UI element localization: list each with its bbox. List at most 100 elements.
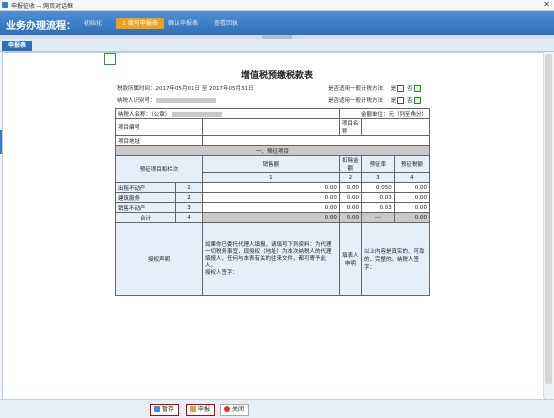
row-name: 销售不动产 [115, 202, 176, 213]
close-icon[interactable]: ✕ [543, 0, 550, 9]
tab-bar: 申报表 [0, 39, 554, 52]
filler-declaration-label: 填表人申明 [338, 222, 362, 296]
row-name: 出租不动产 [115, 182, 176, 193]
tax-period: 税款所属时间：2017年05月01日 至 2017年05月31日 [117, 86, 254, 92]
save-label: 暂存 [162, 406, 175, 413]
step-confirm-form[interactable]: 确认申报表 [162, 18, 204, 29]
form-title: 增值税预缴税款表 [240, 71, 313, 81]
yes-checkbox[interactable] [397, 85, 405, 92]
col-num: 1 [202, 172, 340, 183]
project-addr-label: 项目地址 [115, 135, 203, 146]
taxpayer-id-value [155, 98, 216, 103]
tax-value: 0.00 [393, 202, 431, 213]
save-button[interactable]: 暂存 [150, 404, 180, 416]
step-number: 1 [122, 20, 126, 27]
no-label: 否 [407, 86, 413, 92]
window-title: 申报征收 -- 网页对话框 [11, 3, 74, 10]
scrollbar[interactable] [543, 52, 553, 398]
yes-label: 是 [390, 86, 397, 92]
table-row: 出租不动产 1 0.00 0.00 0.050 0.00 [115, 182, 431, 193]
col-header-deduct: 扣除金额 [338, 155, 362, 173]
tax-value: 0.00 [393, 182, 431, 193]
table-row: 销售不动产 3 0.00 0.00 0.03 0.00 [115, 202, 431, 213]
rate-input[interactable]: 0.03 [360, 192, 395, 203]
col-num: 3 [360, 172, 395, 183]
taxpayer-name-value [172, 111, 223, 117]
row-name: 合计 [115, 212, 176, 223]
authorization-label: 授权声明 [115, 222, 203, 296]
project-name-label: 项目名称 [338, 118, 362, 136]
document-icon [190, 406, 196, 412]
total-tax: 0.00 [393, 212, 431, 223]
row-no: 2 [175, 192, 203, 203]
table-row: 建筑服务 2 0.00 0.00 0.03 0.00 [115, 192, 431, 203]
taxpayer-id-label: 纳税人识别号： [117, 98, 156, 104]
step-label: 查看回执 [214, 20, 239, 27]
project-no-label: 项目编号 [115, 118, 203, 136]
taxpayer-id-row: 纳税人识别号： [117, 96, 216, 104]
step-fill-form[interactable]: 1 填写申报表 [116, 18, 164, 29]
taxpayer-name-cell: 纳税人名称：（公章） [115, 108, 340, 119]
question-label: 是否适用一般计税方法 [328, 98, 384, 104]
tab-declaration-form[interactable]: 申报表 [2, 41, 33, 51]
close-label: 关闭 [232, 406, 245, 413]
col-num: 2 [338, 172, 362, 183]
col-header-item: 预征项目和栏次 [115, 155, 203, 183]
no-checkbox[interactable] [413, 97, 421, 104]
close-circle-icon [224, 406, 230, 412]
total-row: 合计 4 0.00 0.00 --- 0.00 [115, 212, 431, 223]
row-no: 3 [175, 202, 203, 213]
step-label: 确认申报表 [168, 20, 199, 27]
row-name: 建筑服务 [115, 192, 176, 203]
deduct-input[interactable]: 0.00 [338, 192, 362, 203]
authorization-text: 如果你已委托代理人填报，请填写下列资料：为代理一切税务事宜，现授权（地址）为本次… [205, 241, 332, 269]
authorization-cell: 如果你已委托代理人填报，请填写下列资料：为代理一切税务事宜，现授权（地址）为本次… [202, 222, 340, 296]
tax-value: 0.00 [393, 192, 431, 203]
flow-title: 业务办理流程： [6, 21, 76, 32]
total-rate: --- [360, 212, 395, 223]
declare-label: 申报 [198, 406, 211, 413]
row-no: 1 [175, 182, 203, 193]
scrollbar-thumb[interactable] [545, 54, 552, 384]
close-button[interactable]: 关闭 [220, 404, 250, 416]
step-view-receipt[interactable]: 查看回执 [208, 18, 244, 29]
declare-button[interactable]: 申报 [186, 404, 216, 416]
col-header-tax: 预征税额 [393, 155, 431, 173]
col-num: 4 [393, 172, 431, 183]
authorized-signature: 授权人签字： [205, 269, 239, 276]
project-addr-input[interactable] [202, 135, 430, 146]
col-header-sales: 销售额 [202, 155, 340, 173]
total-sales: 0.00 [202, 212, 340, 223]
general-taxpayer-question: 是否适用一般计税方法 是 否 [328, 84, 422, 92]
unit-cell: 金额单位：元（列至角分） [338, 108, 431, 119]
question-label: 是否适用一般计税方法 [328, 86, 384, 92]
no-checkbox[interactable] [413, 85, 421, 92]
rate-input[interactable]: 0.03 [360, 202, 395, 213]
step-init[interactable]: 初始化 [78, 18, 108, 29]
flow-bar: 业务办理流程： 初始化 1 填写申报表 确认申报表 查看回执 [0, 11, 554, 35]
select-checkbox[interactable] [104, 53, 116, 65]
step-label: 初始化 [84, 20, 103, 27]
sales-input[interactable]: 0.00 [202, 202, 340, 213]
no-label: 否 [407, 98, 413, 104]
prepayment-table: 纳税人名称：（公章） 金额单位：元（列至角分） 项目编号 项目名称 项目地址 一… [115, 108, 431, 296]
total-deduct: 0.00 [338, 212, 362, 223]
declaration-text: 以上内容是真实的、可靠的、完整的。纳税人签字： [360, 222, 431, 296]
col-header-rate: 预征率 [360, 155, 395, 173]
general-method-question: 是否适用一般计税方法 是 否 [328, 96, 422, 104]
yes-label: 是 [390, 98, 397, 104]
sales-input[interactable]: 0.00 [202, 182, 340, 193]
yes-checkbox[interactable] [397, 97, 405, 104]
app-icon [2, 2, 8, 8]
section-title: 一、预征项目 [115, 145, 430, 156]
deduct-input[interactable]: 0.00 [338, 202, 362, 213]
rate-input[interactable]: 0.050 [360, 182, 395, 193]
deduct-input[interactable]: 0.00 [338, 182, 362, 193]
window-titlebar: 申报征收 -- 网页对话框 ✕ [0, 0, 554, 11]
taxpayer-name-label: 纳税人名称：（公章） [118, 111, 171, 118]
project-name-input[interactable] [360, 118, 431, 136]
sales-input[interactable]: 0.00 [202, 192, 340, 203]
project-no-input[interactable] [202, 118, 340, 136]
step-label: 填写申报表 [127, 20, 158, 27]
row-no: 4 [175, 212, 203, 223]
